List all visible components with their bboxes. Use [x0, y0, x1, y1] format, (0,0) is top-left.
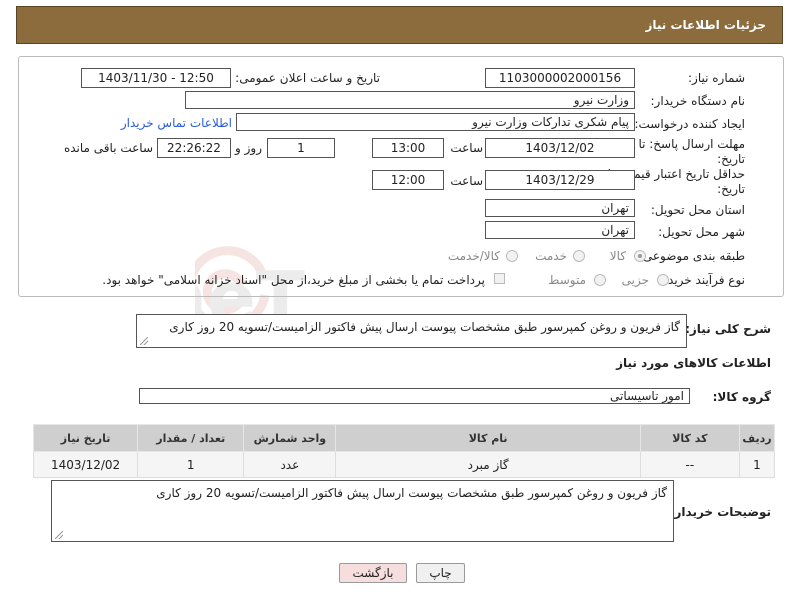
description-label: شرح کلی نیاز: [685, 322, 771, 336]
process-label: نوع فرآیند خرید : [660, 273, 745, 287]
price-time-label: ساعت [450, 174, 483, 188]
buyer-notes-label: توضیحات خریدار: [669, 505, 771, 519]
announce-date-field: 1403/11/30 - 12:50 [81, 68, 231, 88]
description-text: گاز فریون و روغن کمپرسور طبق مشخصات پیوس… [169, 320, 680, 334]
category-option-goods: کالا [609, 249, 626, 263]
category-radio-both[interactable] [506, 250, 518, 262]
category-option-service: خدمت [535, 249, 567, 263]
province-label: استان محل تحویل: [650, 203, 745, 217]
creator-label: ایجاد کننده درخواست: [634, 117, 745, 131]
resize-grip-icon[interactable] [140, 337, 148, 345]
need-number-label: شماره نیاز: [688, 71, 745, 85]
print-button[interactable]: چاپ [416, 563, 465, 583]
back-button[interactable]: بازگشت [339, 563, 407, 583]
col-row-number: ردیف [738, 424, 776, 452]
reply-time-field: 13:00 [372, 138, 444, 158]
col-unit: واحد شمارش [243, 424, 337, 452]
buyer-contact-link[interactable]: اطلاعات تماس خریدار [121, 116, 232, 130]
process-radio-minor[interactable] [657, 274, 669, 286]
treasury-payment-checkbox[interactable] [494, 273, 505, 284]
reply-deadline-label-date: تاریخ: [717, 152, 745, 166]
buyer-org-field: وزارت نیرو [185, 91, 635, 109]
province-field: تهران [485, 199, 635, 217]
category-label: طبقه بندی موضوعی: [638, 249, 745, 263]
process-option-medium: متوسط [548, 273, 586, 287]
remaining-days-field: 1 [267, 138, 335, 158]
goods-group-label: گروه کالا: [712, 390, 771, 404]
remaining-time-field: 22:26:22 [157, 138, 231, 158]
cell-item-code: -- [639, 451, 740, 478]
cell-unit: عدد [243, 451, 337, 478]
resize-grip-icon[interactable] [55, 531, 63, 539]
reply-date-field: 1403/12/02 [485, 138, 635, 158]
cell-quantity: 1 [137, 451, 245, 478]
category-radio-service[interactable] [573, 250, 585, 262]
announce-date-label: تاریخ و ساعت اعلان عمومی: [235, 71, 380, 85]
days-label: روز و [235, 141, 262, 155]
buyer-org-label: نام دستگاه خریدار: [650, 94, 746, 108]
process-option-minor: جزیی [621, 273, 649, 287]
table-row: 1 -- گاز مبرد عدد 1 1403/12/02 [32, 451, 776, 478]
col-item-name: نام کالا [335, 424, 641, 452]
category-option-both: کالا/خدمت [447, 249, 500, 263]
category-radio-goods[interactable] [634, 250, 646, 262]
price-date-field: 1403/12/29 [485, 170, 635, 190]
city-label: شهر محل تحویل: [658, 225, 745, 239]
page-title: جزئیات اطلاعات نیاز [645, 18, 766, 32]
buyer-notes-text: گاز فریون و روغن کمپرسور طبق مشخصات پیوس… [156, 486, 667, 500]
cell-row-number: 1 [738, 451, 776, 478]
goods-group-field: امور تاسیساتی [139, 388, 690, 404]
cell-item-name: گاز مبرد [335, 451, 641, 478]
need-number-field: 1103000002000156 [485, 68, 635, 88]
col-quantity: تعداد / مقدار [137, 424, 245, 452]
price-time-field: 12:00 [372, 170, 444, 190]
goods-table-header: ردیف کد کالا نام کالا واحد شمارش تعداد /… [32, 424, 776, 452]
reply-time-label: ساعت [450, 141, 483, 155]
description-textarea: گاز فریون و روغن کمپرسور طبق مشخصات پیوس… [136, 314, 687, 348]
reply-deadline-label: مهلت ارسال پاسخ: تا [638, 137, 745, 151]
treasury-payment-note: پرداخت تمام یا بخشی از مبلغ خرید،از محل … [102, 273, 485, 287]
page-header: جزئیات اطلاعات نیاز [16, 6, 783, 44]
creator-field: پیام شکری تدارکات وزارت نیرو [236, 113, 635, 131]
buyer-notes-textarea: گاز فریون و روغن کمپرسور طبق مشخصات پیوس… [51, 480, 674, 542]
col-need-date: تاریخ نیاز [32, 424, 139, 452]
city-field: تهران [485, 221, 635, 239]
col-item-code: کد کالا [639, 424, 740, 452]
goods-section-title: اطلاعات کالاهای مورد نیاز [616, 356, 771, 370]
goods-table: ردیف کد کالا نام کالا واحد شمارش تعداد /… [32, 424, 776, 478]
process-radio-medium[interactable] [594, 274, 606, 286]
cell-need-date: 1403/12/02 [32, 451, 139, 478]
remaining-label: ساعت باقی مانده [63, 141, 153, 155]
price-validity-label-date: تاریخ: [717, 182, 745, 196]
